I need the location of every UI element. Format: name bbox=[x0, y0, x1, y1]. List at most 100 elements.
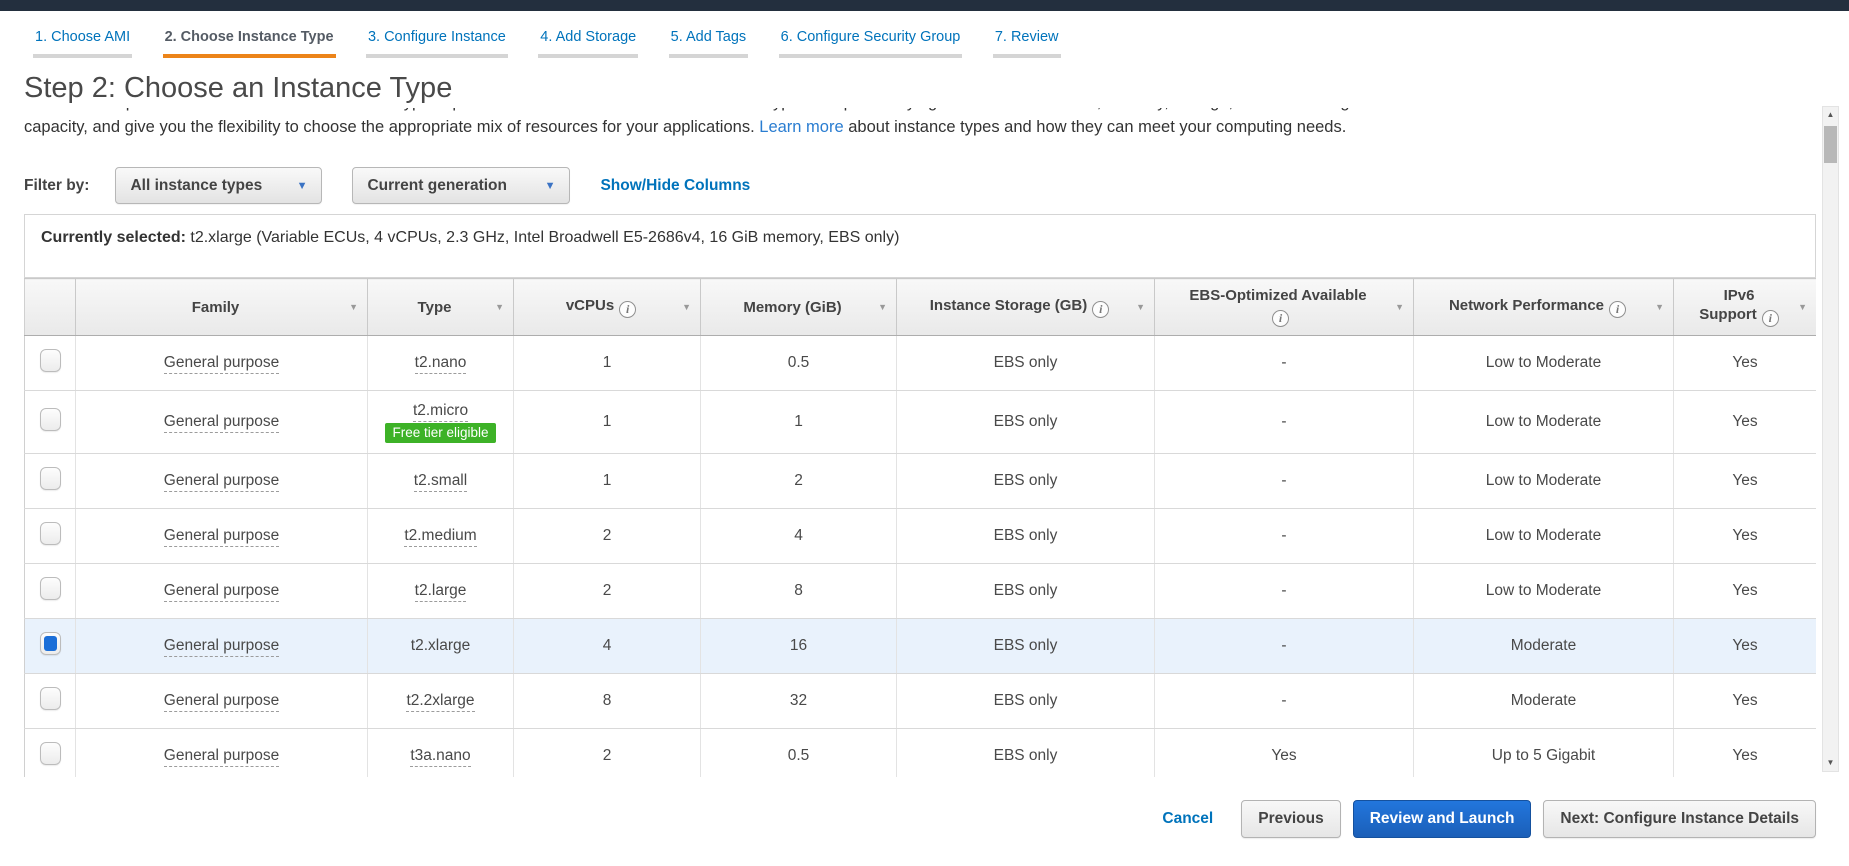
tab-6-configure-security-group[interactable]: 6. Configure Security Group bbox=[778, 21, 963, 58]
storage-value: EBS only bbox=[896, 335, 1155, 391]
ipv6-support-value: Yes bbox=[1673, 618, 1816, 674]
instance-type-link[interactable]: t2.medium bbox=[404, 527, 477, 547]
instance-type-link[interactable]: t2.nano bbox=[414, 354, 467, 374]
family-link[interactable]: General purpose bbox=[163, 472, 280, 492]
ebs-optimized-value: - bbox=[1154, 453, 1414, 509]
family-link[interactable]: General purpose bbox=[163, 582, 280, 602]
show-hide-columns-link[interactable]: Show/Hide Columns bbox=[600, 177, 750, 195]
tab-3-configure-instance[interactable]: 3. Configure Instance bbox=[365, 21, 508, 58]
learn-more-link[interactable]: Learn more bbox=[759, 118, 843, 136]
next-configure-instance-details-button[interactable]: Next: Configure Instance Details bbox=[1543, 800, 1816, 838]
instance-type-row[interactable]: General purpose t2.nano 1 0.5 EBS only -… bbox=[24, 335, 1816, 391]
instance-type-filter-dropdown[interactable]: All instance types ▼ bbox=[115, 167, 323, 204]
currently-selected-value: t2.xlarge (Variable ECUs, 4 vCPUs, 2.3 G… bbox=[190, 229, 900, 246]
instance-type-row[interactable]: General purpose t2.xlarge 4 16 EBS only … bbox=[24, 618, 1816, 674]
currently-selected-label: Currently selected: bbox=[41, 229, 186, 246]
ipv6-support-value: Yes bbox=[1673, 508, 1816, 564]
row-checkbox[interactable] bbox=[39, 522, 61, 545]
family-link[interactable]: General purpose bbox=[163, 527, 280, 547]
network-performance-value: Moderate bbox=[1413, 673, 1674, 729]
column-header-type[interactable]: Type ▼ bbox=[367, 278, 514, 336]
vcpus-value: 8 bbox=[513, 673, 701, 729]
family-link[interactable]: General purpose bbox=[163, 637, 280, 657]
instance-type-link[interactable]: t2.small bbox=[413, 472, 468, 492]
vcpus-value: 2 bbox=[513, 563, 701, 619]
storage-value: EBS only bbox=[896, 508, 1155, 564]
wizard-footer: Cancel Previous Review and Launch Next: … bbox=[1162, 800, 1816, 838]
network-performance-value: Low to Moderate bbox=[1413, 335, 1674, 391]
storage-value: EBS only bbox=[896, 390, 1155, 454]
column-header-network-performance[interactable]: Network Performance i ▼ bbox=[1413, 278, 1674, 336]
ipv6-support-value: Yes bbox=[1673, 390, 1816, 454]
instance-type-row[interactable]: General purpose t2.2xlarge 8 32 EBS only… bbox=[24, 673, 1816, 729]
instance-type-row[interactable]: General purpose t2.micro Free tier eligi… bbox=[24, 390, 1816, 454]
sort-caret-icon: ▼ bbox=[1136, 302, 1145, 312]
sort-caret-icon: ▼ bbox=[1655, 302, 1664, 312]
tab-7-review[interactable]: 7. Review bbox=[992, 21, 1061, 58]
instance-type-row[interactable]: General purpose t2.small 1 2 EBS only - … bbox=[24, 453, 1816, 509]
column-header-ipv6-support[interactable]: IPv6 Support i ▼ bbox=[1673, 278, 1816, 336]
info-icon[interactable]: i bbox=[1272, 310, 1289, 327]
instance-type-link[interactable]: t2.xlarge bbox=[411, 637, 470, 654]
ebs-optimized-value: - bbox=[1154, 618, 1414, 674]
previous-button[interactable]: Previous bbox=[1241, 800, 1341, 838]
filter-by-label: Filter by: bbox=[24, 176, 90, 194]
column-header-memory[interactable]: Memory (GiB) ▼ bbox=[700, 278, 897, 336]
filter-bar: Filter by: All instance types ▼ Current … bbox=[24, 167, 1849, 204]
tab-4-add-storage[interactable]: 4. Add Storage bbox=[538, 21, 639, 58]
row-checkbox[interactable] bbox=[39, 408, 61, 431]
generation-filter-dropdown[interactable]: Current generation ▼ bbox=[352, 167, 571, 204]
vertical-scrollbar[interactable]: ▲ ▼ bbox=[1822, 106, 1839, 772]
sort-caret-icon: ▼ bbox=[495, 302, 504, 312]
memory-value: 32 bbox=[700, 673, 897, 729]
instance-type-row[interactable]: General purpose t3a.nano 2 0.5 EBS only … bbox=[24, 728, 1816, 777]
tab-2-choose-instance-type[interactable]: 2. Choose Instance Type bbox=[162, 21, 336, 58]
column-header-ebs-optimized[interactable]: EBS-Optimized Available i ▼ bbox=[1154, 278, 1414, 336]
row-checkbox[interactable] bbox=[39, 687, 61, 710]
column-header-instance-storage[interactable]: Instance Storage (GB) i ▼ bbox=[896, 278, 1155, 336]
table-header-row: Family ▼ Type ▼ vCPUs i ▼ Memory (GiB) ▼ … bbox=[24, 278, 1816, 336]
instance-type-row[interactable]: General purpose t2.large 2 8 EBS only - … bbox=[24, 563, 1816, 619]
sort-caret-icon: ▼ bbox=[1395, 302, 1404, 312]
ebs-optimized-value: - bbox=[1154, 508, 1414, 564]
instance-type-link[interactable]: t2.large bbox=[414, 582, 467, 602]
vcpus-value: 1 bbox=[513, 453, 701, 509]
scroll-up-arrow-icon[interactable]: ▲ bbox=[1823, 107, 1838, 123]
scrollbar-thumb[interactable] bbox=[1824, 126, 1837, 163]
family-link[interactable]: General purpose bbox=[163, 692, 280, 712]
family-link[interactable]: General purpose bbox=[163, 354, 280, 374]
description-clipped-line: Amazon EC2 provides a wide selection of … bbox=[24, 108, 1825, 115]
memory-value: 1 bbox=[700, 390, 897, 454]
ipv6-support-value: Yes bbox=[1673, 563, 1816, 619]
storage-value: EBS only bbox=[896, 673, 1155, 729]
instance-type-link[interactable]: t2.2xlarge bbox=[406, 692, 475, 712]
network-performance-value: Low to Moderate bbox=[1413, 563, 1674, 619]
row-checkbox[interactable] bbox=[39, 577, 61, 600]
column-header-vcpus[interactable]: vCPUs i ▼ bbox=[513, 278, 701, 336]
info-icon[interactable]: i bbox=[1609, 300, 1627, 318]
row-checkbox[interactable] bbox=[39, 467, 61, 490]
tab-1-choose-ami[interactable]: 1. Choose AMI bbox=[33, 21, 133, 58]
info-icon[interactable]: i bbox=[619, 300, 637, 318]
review-and-launch-button[interactable]: Review and Launch bbox=[1352, 800, 1532, 838]
scroll-down-arrow-icon[interactable]: ▼ bbox=[1823, 755, 1838, 771]
column-header-family[interactable]: Family ▼ bbox=[75, 278, 368, 336]
cancel-link[interactable]: Cancel bbox=[1162, 810, 1213, 828]
instance-type-row[interactable]: General purpose t2.medium 2 4 EBS only -… bbox=[24, 508, 1816, 564]
info-icon[interactable]: i bbox=[1761, 310, 1779, 327]
network-performance-value: Low to Moderate bbox=[1413, 390, 1674, 454]
info-icon[interactable]: i bbox=[1092, 300, 1110, 318]
column-header-checkbox bbox=[24, 278, 76, 336]
row-checkbox[interactable] bbox=[39, 742, 61, 765]
sort-caret-icon: ▼ bbox=[878, 302, 887, 312]
tab-5-add-tags[interactable]: 5. Add Tags bbox=[668, 21, 749, 58]
row-checkbox[interactable] bbox=[39, 632, 61, 655]
instance-type-link[interactable]: t2.micro bbox=[412, 401, 469, 422]
family-link[interactable]: General purpose bbox=[163, 747, 280, 767]
network-performance-value: Low to Moderate bbox=[1413, 453, 1674, 509]
network-performance-value: Moderate bbox=[1413, 618, 1674, 674]
row-checkbox[interactable] bbox=[39, 349, 61, 372]
currently-selected-summary: Currently selected: t2.xlarge (Variable … bbox=[24, 214, 1816, 278]
instance-type-link[interactable]: t3a.nano bbox=[410, 747, 471, 767]
family-link[interactable]: General purpose bbox=[163, 413, 280, 433]
